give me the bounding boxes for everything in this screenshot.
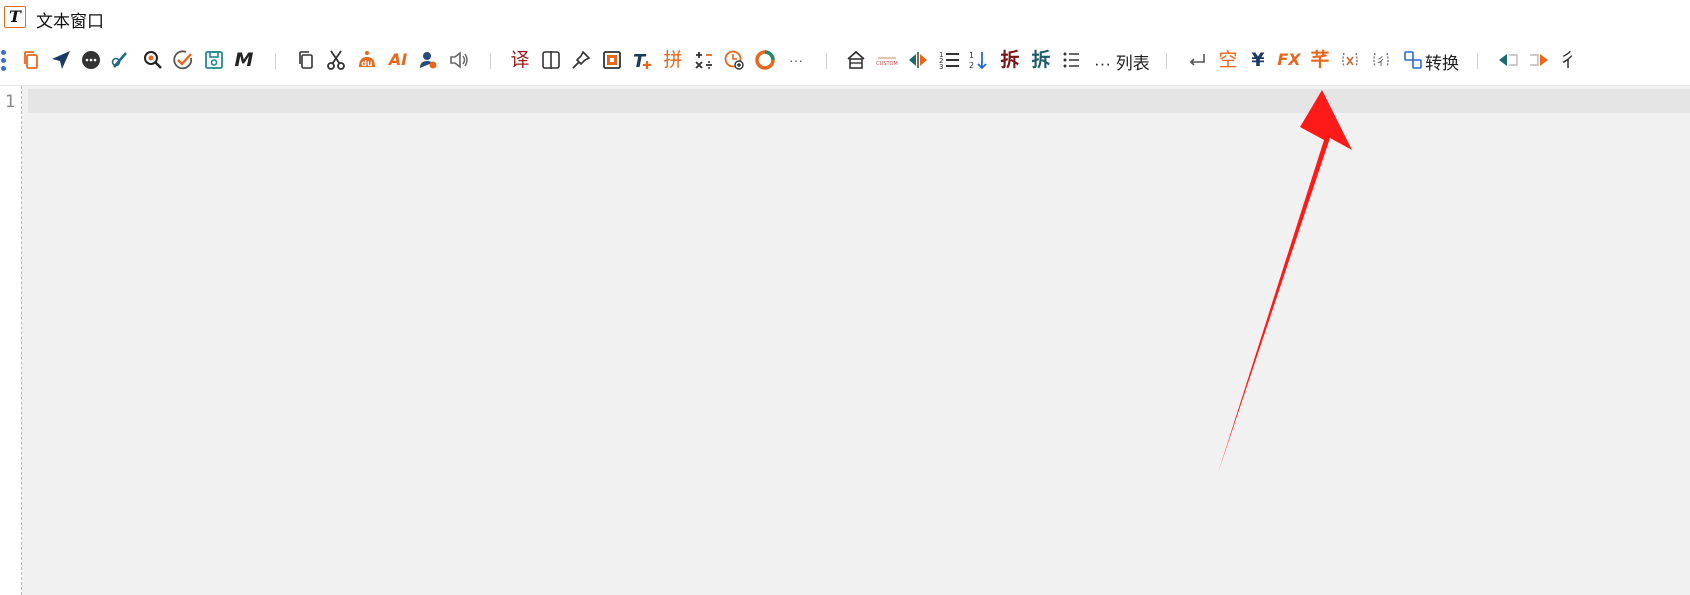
cut-icon[interactable] [322, 46, 350, 74]
toolbar-separator [1166, 53, 1167, 69]
svg-text:2: 2 [969, 61, 974, 70]
yen-label: ¥ [1251, 48, 1265, 71]
pinyin-label: 拼 [663, 48, 683, 71]
copy-icon[interactable] [292, 46, 320, 74]
convert-button[interactable]: 转换 [1425, 50, 1459, 73]
overflow-icon[interactable]: 彳 [1554, 46, 1582, 74]
check-icon[interactable] [169, 46, 197, 74]
text-editor[interactable]: 1 [0, 86, 1690, 595]
compare-icon[interactable] [904, 46, 932, 74]
line-number: 1 [5, 92, 16, 112]
markdown-icon[interactable]: M [230, 46, 258, 74]
text-plus-icon[interactable]: T [628, 46, 656, 74]
split-text-2-label: 拆 [1031, 48, 1051, 71]
sort-icon[interactable]: 12 [965, 46, 993, 74]
left-icon[interactable] [1494, 46, 1522, 74]
ai-icon[interactable]: AI [384, 46, 412, 74]
translate-icon[interactable]: 译 [506, 46, 534, 74]
traditional-label: 芊 [1310, 48, 1330, 71]
case-2-label: 彳 [1376, 55, 1387, 68]
svg-text:T: T [633, 51, 647, 72]
split-text-icon[interactable]: 拆 [996, 46, 1024, 74]
clock-icon[interactable] [720, 46, 748, 74]
toolbar-grip-handle[interactable] [1, 48, 7, 74]
fx-icon[interactable]: FX [1275, 46, 1303, 74]
overflow-label: 彳 [1558, 48, 1578, 71]
speaker-icon[interactable] [445, 46, 473, 74]
baidu-icon[interactable]: du [353, 46, 381, 74]
app-icon-letter: T [9, 7, 21, 26]
app-icon: T [4, 6, 26, 28]
toolbar-separator [490, 53, 491, 69]
image-icon[interactable] [598, 46, 626, 74]
list-menu-button[interactable]: ··· 列表 [1094, 50, 1150, 73]
return-icon[interactable] [1183, 46, 1211, 74]
user-icon[interactable] [414, 46, 442, 74]
split-text-label: 拆 [1000, 48, 1020, 71]
home-icon[interactable] [842, 46, 870, 74]
yen-icon[interactable]: ¥ [1244, 46, 1272, 74]
split-icon[interactable] [537, 46, 565, 74]
translate-label: 译 [510, 48, 530, 71]
fx-label: FX [1277, 50, 1301, 69]
case-icon[interactable] [1336, 46, 1364, 74]
toolbar-separator [1477, 53, 1478, 69]
window-title: 文本窗口 [36, 12, 104, 31]
markdown-label: M [234, 48, 254, 71]
svg-text:1: 1 [969, 51, 974, 60]
custom-icon[interactable]: CUSTOM [873, 46, 901, 74]
custom-label: CUSTOM [876, 61, 898, 67]
case-2-icon[interactable]: 彳 [1367, 46, 1395, 74]
bullet-list-icon[interactable] [1057, 46, 1085, 74]
numbered-list-icon[interactable]: 123 [935, 46, 963, 74]
right-icon[interactable] [1525, 46, 1553, 74]
split-text-2-icon[interactable]: 拆 [1027, 46, 1055, 74]
empty-icon[interactable]: 空 [1214, 46, 1242, 74]
convert-icon[interactable] [1399, 46, 1427, 74]
chat-icon[interactable] [77, 46, 105, 74]
search-icon[interactable] [139, 46, 167, 74]
toolbar: M du AI 译 T 拼 ··· CUSTOM 1 2 3 1 2 拆 拆 ·… [0, 44, 1690, 80]
more-icon[interactable]: ··· [782, 46, 810, 74]
title-bar: T 文本窗口 [0, 0, 1690, 36]
circle-icon[interactable] [751, 46, 779, 74]
current-line-highlight[interactable] [28, 89, 1690, 113]
pen-icon[interactable] [107, 46, 135, 74]
pin-icon[interactable] [567, 46, 595, 74]
toolbar-separator [826, 53, 827, 69]
ai-label: AI [388, 50, 408, 69]
more-label: ··· [789, 52, 803, 68]
empty-label: 空 [1218, 48, 1238, 71]
svg-text:du: du [361, 59, 373, 68]
toolbar-separator [275, 53, 276, 69]
calculator-icon[interactable] [690, 46, 718, 74]
line-number-gutter: 1 [0, 86, 22, 595]
svg-text:3: 3 [939, 63, 943, 71]
pinyin-icon[interactable]: 拼 [659, 46, 687, 74]
traditional-icon[interactable]: 芊 [1306, 46, 1334, 74]
save-icon[interactable] [200, 46, 228, 74]
send-icon[interactable] [47, 46, 75, 74]
copy-icon[interactable] [17, 46, 45, 74]
